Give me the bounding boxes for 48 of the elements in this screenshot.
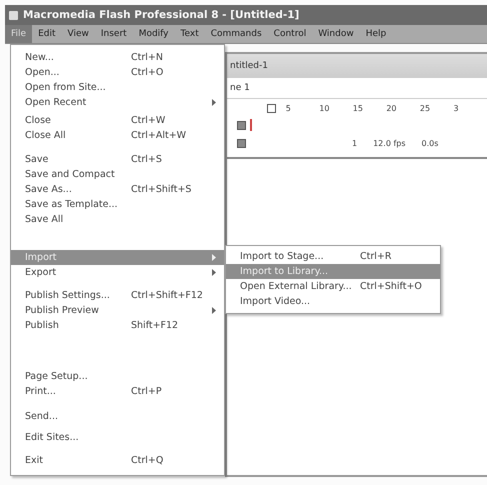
menu-bar-item[interactable]: Control (268, 25, 312, 43)
menu-item[interactable]: Import Video... (226, 294, 440, 309)
menu-item[interactable]: Edit Sites... (11, 430, 224, 445)
menu-item[interactable]: Open from Site... (11, 80, 224, 95)
menu-bar-item[interactable]: Text (174, 25, 205, 43)
menu-item[interactable]: Save All (11, 212, 224, 227)
timeline-status: 0.0s (422, 138, 438, 148)
menu-bar-item[interactable]: Edit (32, 25, 62, 43)
frame-number: 5 (286, 104, 292, 112)
menu-bar-item[interactable]: Window (312, 25, 360, 43)
menu-bar-item[interactable]: Insert (94, 25, 133, 43)
menu-item[interactable]: Open External Library... Ctrl+Shift+O (226, 279, 440, 294)
layer-icon (237, 120, 246, 130)
frame-number: 20 (386, 104, 398, 112)
menu-item[interactable]: Open... Ctrl+O (11, 65, 224, 80)
frame-number: 3 (453, 104, 460, 112)
menu-item[interactable]: Export (11, 265, 224, 280)
playhead-marker[interactable] (250, 119, 252, 131)
timeline-status: 1 (352, 138, 358, 148)
frame-number: 15 (352, 104, 364, 112)
layer-outline-icon[interactable] (267, 104, 276, 112)
menu-item[interactable]: Save As... Ctrl+Shift+S (11, 182, 224, 197)
menu-item[interactable]: Save and Compact (11, 167, 224, 182)
menu-bar-item[interactable]: Modify (132, 25, 175, 43)
menu-bar-item[interactable]: Commands (204, 25, 268, 43)
timeline-status: 12.0 fps (373, 138, 406, 148)
menu-item[interactable]: Publish Preview (11, 303, 224, 318)
window-title: Macromedia Flash Professional 8 - [Untitled-1] (23, 9, 300, 21)
menu-item[interactable]: Send... (11, 409, 224, 424)
document-tab[interactable]: ntitled-1 (230, 61, 268, 71)
app-icon (9, 10, 18, 20)
menu-item[interactable]: Save as Template... (11, 197, 224, 212)
menu-item[interactable]: Print... Ctrl+P (11, 384, 224, 399)
menu-item[interactable]: Publish Shift+F12 (11, 318, 224, 333)
menu-item[interactable]: Close All Ctrl+Alt+W (11, 128, 224, 143)
menu-item[interactable]: Close Ctrl+W (11, 113, 224, 128)
scene-label: ne 1 (230, 83, 250, 93)
menu-bar-item[interactable]: Help (360, 25, 392, 43)
menu-item[interactable]: Save Ctrl+S (11, 152, 224, 167)
frame-number: 10 (319, 104, 330, 112)
menu-item[interactable]: Page Setup... (11, 369, 224, 384)
menu-item[interactable]: Exit Ctrl+Q (11, 453, 224, 468)
menu-item[interactable]: Publish Settings... Ctrl+Shift+F12 (11, 288, 224, 303)
frame-number: 25 (420, 104, 432, 112)
menu-item[interactable]: Open Recent (11, 95, 224, 110)
menu-item[interactable]: Import to Stage... Ctrl+R (226, 249, 440, 264)
menu-bar-item[interactable]: View (62, 25, 95, 43)
menu-item[interactable]: New... Ctrl+N (11, 50, 224, 65)
